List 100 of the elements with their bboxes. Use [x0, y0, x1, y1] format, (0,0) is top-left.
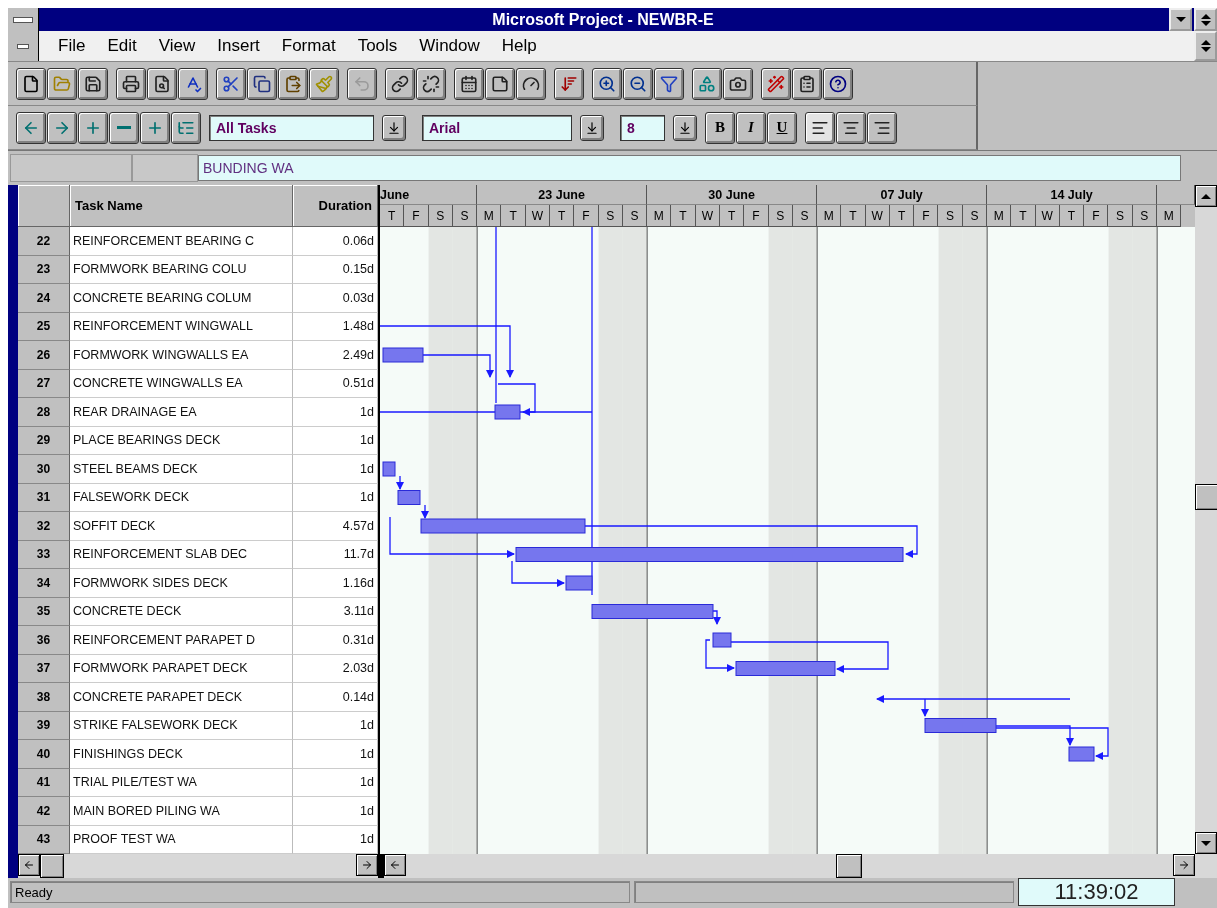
dropdown-button[interactable]: [580, 114, 604, 141]
document-restore-button[interactable]: [1194, 31, 1217, 61]
toolbar-button[interactable]: [416, 67, 446, 100]
scroll-left-button[interactable]: [384, 854, 406, 876]
row-number[interactable]: 31: [18, 483, 70, 512]
dropdown-button[interactable]: [382, 114, 406, 141]
column-header[interactable]: Task Name: [70, 185, 293, 227]
row-number[interactable]: 36: [18, 626, 70, 655]
toolbar-button[interactable]: [654, 67, 684, 100]
toolbar-button[interactable]: [554, 67, 584, 100]
scrollbar-thumb[interactable]: [836, 854, 862, 878]
toolbar-button[interactable]: [823, 67, 853, 100]
menu-item[interactable]: Insert: [206, 36, 271, 56]
toolbar-button[interactable]: [792, 67, 822, 100]
menu-item[interactable]: Help: [490, 36, 548, 56]
task-name-cell[interactable]: FALSEWORK DECK: [70, 483, 293, 512]
row-number[interactable]: 28: [18, 398, 70, 427]
scrollbar-thumb[interactable]: [1195, 484, 1217, 510]
task-name-cell[interactable]: STRIKE FALSEWORK DECK: [70, 711, 293, 740]
row-number[interactable]: 35: [18, 597, 70, 626]
row-number[interactable]: 40: [18, 740, 70, 769]
row-number[interactable]: 25: [18, 312, 70, 341]
scroll-right-button[interactable]: [1173, 854, 1195, 876]
toolbar-button[interactable]: [178, 67, 208, 100]
row-number[interactable]: 30: [18, 455, 70, 484]
row-number[interactable]: 23: [18, 255, 70, 284]
task-name-cell[interactable]: FORMWORK BEARING COLU: [70, 255, 293, 284]
task-name-cell[interactable]: FINISHINGS DECK: [70, 740, 293, 769]
toolbar-button[interactable]: [109, 111, 139, 144]
scroll-down-button[interactable]: [1195, 832, 1217, 854]
row-number[interactable]: 27: [18, 369, 70, 398]
toolbar-button[interactable]: [485, 67, 515, 100]
toolbar-button[interactable]: [116, 67, 146, 100]
row-number[interactable]: 41: [18, 768, 70, 797]
menu-item[interactable]: View: [147, 36, 207, 56]
toolbar-button[interactable]: [78, 67, 108, 100]
restore-button[interactable]: [1194, 8, 1217, 31]
entry-field[interactable]: BUNDING WA: [198, 155, 1181, 181]
toolbar-button[interactable]: [16, 67, 46, 100]
font-size-field[interactable]: 8: [620, 114, 665, 141]
filter-field[interactable]: All Tasks: [209, 114, 374, 141]
row-number[interactable]: 38: [18, 683, 70, 712]
row-number[interactable]: 26: [18, 341, 70, 370]
task-name-cell[interactable]: PLACE BEARINGS DECK: [70, 426, 293, 455]
toolbar-button[interactable]: [147, 67, 177, 100]
task-name-cell[interactable]: FORMWORK WINGWALLS EA: [70, 341, 293, 370]
task-name-cell[interactable]: SOFFIT DECK: [70, 512, 293, 541]
minimize-button[interactable]: [1169, 8, 1192, 31]
scroll-up-button[interactable]: [1195, 185, 1217, 207]
task-name-cell[interactable]: REINFORCEMENT BEARING C: [70, 227, 293, 256]
menu-item[interactable]: Format: [270, 36, 347, 56]
toolbar-button[interactable]: [16, 111, 46, 144]
column-header[interactable]: Duration: [293, 185, 378, 227]
align-button[interactable]: [836, 111, 866, 144]
style-button[interactable]: I: [736, 111, 766, 144]
task-name-cell[interactable]: REINFORCEMENT SLAB DEC: [70, 540, 293, 569]
row-number[interactable]: 34: [18, 569, 70, 598]
task-name-cell[interactable]: MAIN BORED PILING WA: [70, 797, 293, 826]
menu-item[interactable]: Tools: [346, 36, 409, 56]
toolbar-button[interactable]: [516, 67, 546, 100]
scrollbar-thumb[interactable]: [40, 854, 64, 878]
toolbar-button[interactable]: [247, 67, 277, 100]
toolbar-button[interactable]: [171, 111, 201, 144]
task-name-cell[interactable]: FORMWORK SIDES DECK: [70, 569, 293, 598]
row-number[interactable]: 42: [18, 797, 70, 826]
row-number[interactable]: 37: [18, 654, 70, 683]
toolbar-button[interactable]: [47, 111, 77, 144]
toolbar-button[interactable]: [216, 67, 246, 100]
gantt-bar[interactable]: [924, 718, 997, 733]
toolbar-button[interactable]: [761, 67, 791, 100]
row-number[interactable]: 22: [18, 227, 70, 256]
scroll-left-button[interactable]: [18, 854, 40, 876]
gantt-bar[interactable]: [397, 490, 421, 505]
toolbar-button[interactable]: [723, 67, 753, 100]
toolbar-button[interactable]: [78, 111, 108, 144]
style-button[interactable]: B: [705, 111, 735, 144]
row-number[interactable]: 24: [18, 284, 70, 313]
task-name-cell[interactable]: FORMWORK PARAPET DECK: [70, 654, 293, 683]
toolbar-button[interactable]: [454, 67, 484, 100]
align-button[interactable]: [805, 111, 835, 144]
document-menu-button[interactable]: [8, 31, 39, 61]
system-menu-button[interactable]: [8, 8, 39, 31]
toolbar-button[interactable]: [278, 67, 308, 100]
task-name-cell[interactable]: CONCRETE WINGWALLS EA: [70, 369, 293, 398]
task-name-cell[interactable]: REINFORCEMENT WINGWALL: [70, 312, 293, 341]
row-number[interactable]: 39: [18, 711, 70, 740]
dropdown-button[interactable]: [673, 114, 697, 141]
menu-item[interactable]: Window: [408, 36, 491, 56]
toolbar-button[interactable]: [592, 67, 622, 100]
align-button[interactable]: [867, 111, 897, 144]
task-name-cell[interactable]: CONCRETE DECK: [70, 597, 293, 626]
scroll-right-button[interactable]: [356, 854, 378, 876]
task-name-cell[interactable]: CONCRETE BEARING COLUM: [70, 284, 293, 313]
menu-item[interactable]: File: [47, 36, 97, 56]
row-number[interactable]: 29: [18, 426, 70, 455]
row-number[interactable]: 32: [18, 512, 70, 541]
menu-item[interactable]: Edit: [96, 36, 148, 56]
row-number[interactable]: 33: [18, 540, 70, 569]
toolbar-button[interactable]: [140, 111, 170, 144]
toolbar-button[interactable]: [692, 67, 722, 100]
